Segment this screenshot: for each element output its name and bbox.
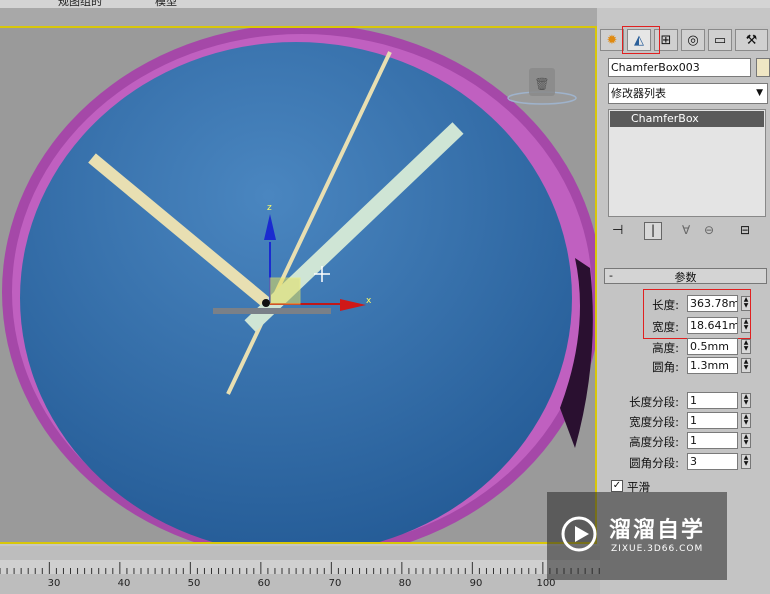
height-spinner[interactable]: ▲ ▼	[741, 339, 751, 354]
chevron-down-icon: ▼	[756, 88, 763, 98]
utilities-tab[interactable]: ⚒	[735, 29, 768, 51]
fillet-segs-field[interactable]: 3	[687, 453, 738, 470]
width-segs-spinner[interactable]: ▲ ▼	[741, 413, 751, 428]
tick-label: 60	[257, 578, 271, 589]
gizmo-plane-handle	[269, 277, 301, 305]
height-field[interactable]: 0.5mm	[687, 338, 738, 355]
length-segs-field[interactable]: 1	[687, 392, 738, 409]
height-label: 高度:	[652, 341, 679, 355]
hierarchy-icon: ⊞	[660, 32, 672, 48]
timeline-ruler[interactable]: 30 40 50 60 70 80 90 100	[0, 546, 600, 594]
remove-modifier-icon[interactable]: ⊖	[704, 223, 714, 237]
height-segs-spinner[interactable]: ▲ ▼	[741, 433, 751, 448]
height-segs-field[interactable]: 1	[687, 432, 738, 449]
svg-text:🗑: 🗑	[534, 77, 549, 91]
perspective-viewport[interactable]: 🗑 z x	[0, 26, 597, 544]
params-rollout-header[interactable]: - 参数	[604, 268, 767, 284]
gizmo-x-label: x	[366, 296, 372, 306]
display-tab[interactable]: ▭	[708, 29, 732, 51]
ruler-ticks	[0, 560, 600, 574]
menu-item-view[interactable]: 规图组的	[58, 0, 102, 8]
fillet-segs-spinner[interactable]: ▲ ▼	[741, 454, 751, 469]
motion-icon: ◎	[687, 32, 699, 48]
fillet-field[interactable]: 1.3mm	[687, 357, 738, 374]
watermark: 溜溜自学 ZIXUE.3D66.COM	[547, 492, 727, 580]
width-segs-field[interactable]: 1	[687, 412, 738, 429]
object-color-swatch[interactable]	[756, 58, 770, 77]
smooth-checkbox[interactable]: ✓	[611, 480, 623, 492]
fillet-segs-label: 圆角分段:	[629, 456, 679, 470]
length-segs-label: 长度分段:	[629, 395, 679, 409]
sun-create-icon: ✹	[606, 32, 618, 48]
fillet-spinner[interactable]: ▲ ▼	[741, 358, 751, 373]
motion-tab[interactable]: ◎	[681, 29, 705, 51]
watermark-title: 溜溜自学	[609, 518, 706, 543]
play-logo-icon	[561, 516, 597, 552]
stack-item-chamferbox[interactable]: ChamferBox	[610, 111, 764, 127]
modifier-list-dropdown[interactable]: 修改器列表 ▼	[608, 83, 768, 104]
rollout-title: 参数	[674, 271, 697, 284]
width-segs-label: 宽度分段:	[629, 415, 679, 429]
watermark-subtitle: ZIXUE.3D66.COM	[611, 544, 704, 554]
tick-label: 30	[47, 578, 61, 589]
menu-item-model[interactable]: 模型	[155, 0, 177, 8]
tick-label: 40	[117, 578, 131, 589]
length-segs-spinner[interactable]: ▲ ▼	[741, 393, 751, 408]
fillet-label: 圆角:	[652, 360, 679, 374]
tick-label: 80	[398, 578, 412, 589]
scene-render: 🗑 z x	[2, 28, 595, 542]
show-end-result-icon[interactable]: |	[644, 222, 662, 240]
tick-label: 70	[328, 578, 342, 589]
base-bar	[213, 308, 331, 314]
length-width-highlight	[643, 289, 751, 339]
create-tab[interactable]: ✹	[600, 29, 624, 51]
ruler-band	[0, 560, 600, 574]
hammer-utilities-icon: ⚒	[745, 32, 758, 48]
make-unique-icon[interactable]: ∀	[682, 223, 690, 237]
tick-label: 50	[187, 578, 201, 589]
configure-sets-icon[interactable]: ⊟	[740, 223, 750, 237]
height-segs-label: 高度分段:	[629, 435, 679, 449]
modifier-list-label: 修改器列表	[611, 87, 666, 100]
stack-toolbar: ⊣ | ∀ ⊖ ⊟	[608, 222, 768, 242]
menu-bar: 规图组的 模型	[0, 0, 770, 8]
display-icon: ▭	[713, 32, 727, 48]
gizmo-z-label: z	[267, 203, 272, 213]
modifier-stack: ChamferBox	[608, 109, 766, 217]
pin-stack-icon[interactable]: ⊣	[612, 223, 623, 238]
object-name-field[interactable]: ChamferBox003	[608, 58, 751, 77]
modify-tab-highlight	[622, 26, 660, 54]
tick-label: 90	[469, 578, 483, 589]
viewport-header	[0, 8, 597, 26]
